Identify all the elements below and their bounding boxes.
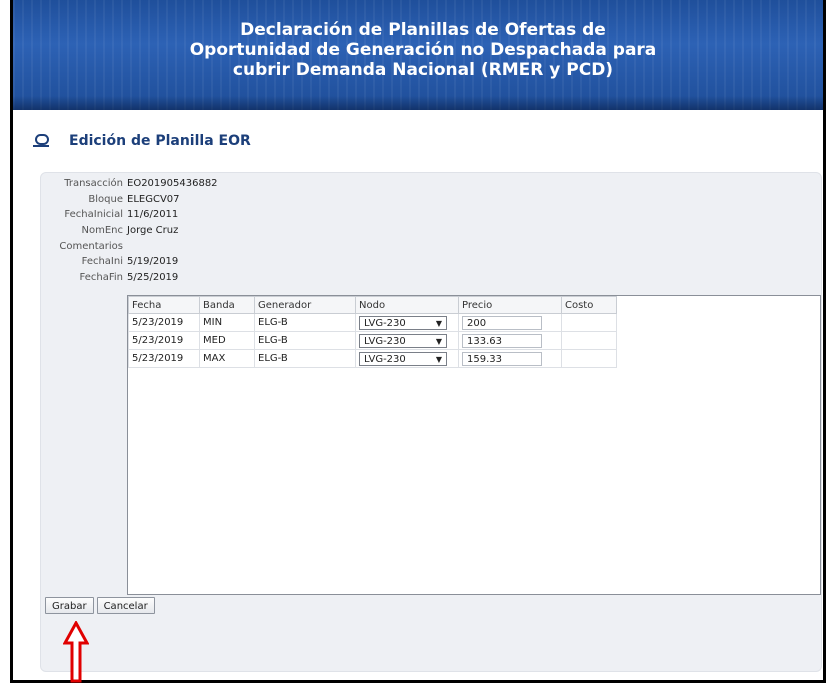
cell-fecha: 5/23/2019 — [128, 349, 200, 368]
page-header: Edición de Planilla EOR — [33, 128, 251, 154]
offers-table: Fecha Banda Generador Nodo Precio Costo … — [128, 296, 617, 368]
cell-generador: ELG-B — [254, 349, 356, 368]
field-value: 5/25/2019 — [127, 272, 179, 284]
precio-input[interactable]: 133.63 — [462, 333, 542, 348]
cell-precio: 159.33 — [458, 349, 562, 368]
nodo-select[interactable]: LVG-230 ▼ — [359, 333, 447, 348]
table-row: 5/23/2019 MED ELG-B LVG-230 ▼ 133.63 — [128, 331, 617, 350]
column-header-generador[interactable]: Generador — [254, 296, 356, 314]
table-row: 5/23/2019 MAX ELG-B LVG-230 ▼ 159.33 — [128, 349, 617, 368]
banner-title-line-1: Declaración de Planillas de Ofertas de — [240, 20, 606, 40]
table-header-row: Fecha Banda Generador Nodo Precio Costo — [128, 296, 617, 314]
header-banner: Declaración de Planillas de Ofertas de O… — [13, 0, 823, 110]
precio-input[interactable]: 159.33 — [462, 351, 542, 366]
precio-input[interactable]: 200 — [462, 315, 542, 330]
field-value: 11/6/2011 — [127, 209, 179, 221]
field-value: EO201905436882 — [127, 178, 218, 189]
nodo-select-value: LVG-230 — [364, 335, 406, 347]
cell-costo — [561, 349, 617, 368]
column-header-costo[interactable]: Costo — [561, 296, 617, 314]
column-header-nodo[interactable]: Nodo — [355, 296, 459, 314]
cell-banda: MED — [199, 331, 255, 350]
grabar-button[interactable]: Grabar — [45, 597, 94, 614]
cell-banda: MAX — [199, 349, 255, 368]
table-row: 5/23/2019 MIN ELG-B LVG-230 ▼ 200 — [128, 313, 617, 332]
field-label: FechaIni — [81, 256, 123, 268]
annotation-arrow-icon — [63, 621, 89, 683]
banner-title: Declaración de Planillas de Ofertas de O… — [173, 20, 673, 80]
page-content: Edición de Planilla EOR Transacción EO20… — [13, 110, 823, 680]
cell-precio: 200 — [458, 313, 562, 332]
field-label: Comentarios — [59, 240, 123, 252]
action-buttons: Grabar Cancelar — [45, 597, 155, 614]
field-label: NomEnc — [81, 225, 124, 237]
dropdown-arrow-icon: ▼ — [435, 318, 442, 328]
banner-title-line-2: Oportunidad de Generación no Despachada … — [189, 40, 657, 60]
field-label: FechaInicial — [64, 209, 123, 221]
field-label: Transacción — [64, 178, 123, 189]
field-value: ELEGCV07 — [127, 193, 180, 205]
cell-nodo: LVG-230 ▼ — [355, 331, 459, 350]
nodo-select-value: LVG-230 — [364, 353, 406, 365]
app-window: Declaración de Planillas de Ofertas de O… — [10, 0, 826, 683]
cell-precio: 133.63 — [458, 331, 562, 350]
cell-generador: ELG-B — [254, 313, 356, 332]
offers-grid: Fecha Banda Generador Nodo Precio Costo … — [127, 295, 821, 595]
field-value: Jorge Cruz — [127, 225, 179, 237]
cell-generador: ELG-B — [254, 331, 356, 350]
column-header-banda[interactable]: Banda — [199, 296, 255, 314]
cell-fecha: 5/23/2019 — [128, 313, 200, 332]
nodo-select[interactable]: LVG-230 ▼ — [359, 315, 447, 330]
cell-nodo: LVG-230 ▼ — [355, 313, 459, 332]
field-label: Bloque — [88, 193, 123, 205]
dropdown-arrow-icon: ▼ — [435, 336, 442, 346]
cell-nodo: LVG-230 ▼ — [355, 349, 459, 368]
column-header-fecha[interactable]: Fecha — [128, 296, 200, 314]
cell-costo — [561, 331, 617, 350]
cell-banda: MIN — [199, 313, 255, 332]
field-label: FechaFin — [79, 272, 123, 284]
page-icon — [33, 134, 49, 148]
nodo-select-value: LVG-230 — [364, 317, 406, 329]
page-title: Edición de Planilla EOR — [69, 133, 251, 149]
cell-costo — [561, 313, 617, 332]
dropdown-arrow-icon: ▼ — [435, 354, 442, 364]
cancelar-button[interactable]: Cancelar — [96, 597, 155, 614]
edit-panel: Transacción EO201905436882 Bloque ELEGCV… — [40, 172, 822, 672]
nodo-select[interactable]: LVG-230 ▼ — [359, 351, 447, 366]
column-header-precio[interactable]: Precio — [458, 296, 562, 314]
cell-fecha: 5/23/2019 — [128, 331, 200, 350]
field-value: 5/19/2019 — [127, 256, 179, 268]
banner-title-line-3: cubrir Demanda Nacional (RMER y PCD) — [232, 60, 614, 80]
